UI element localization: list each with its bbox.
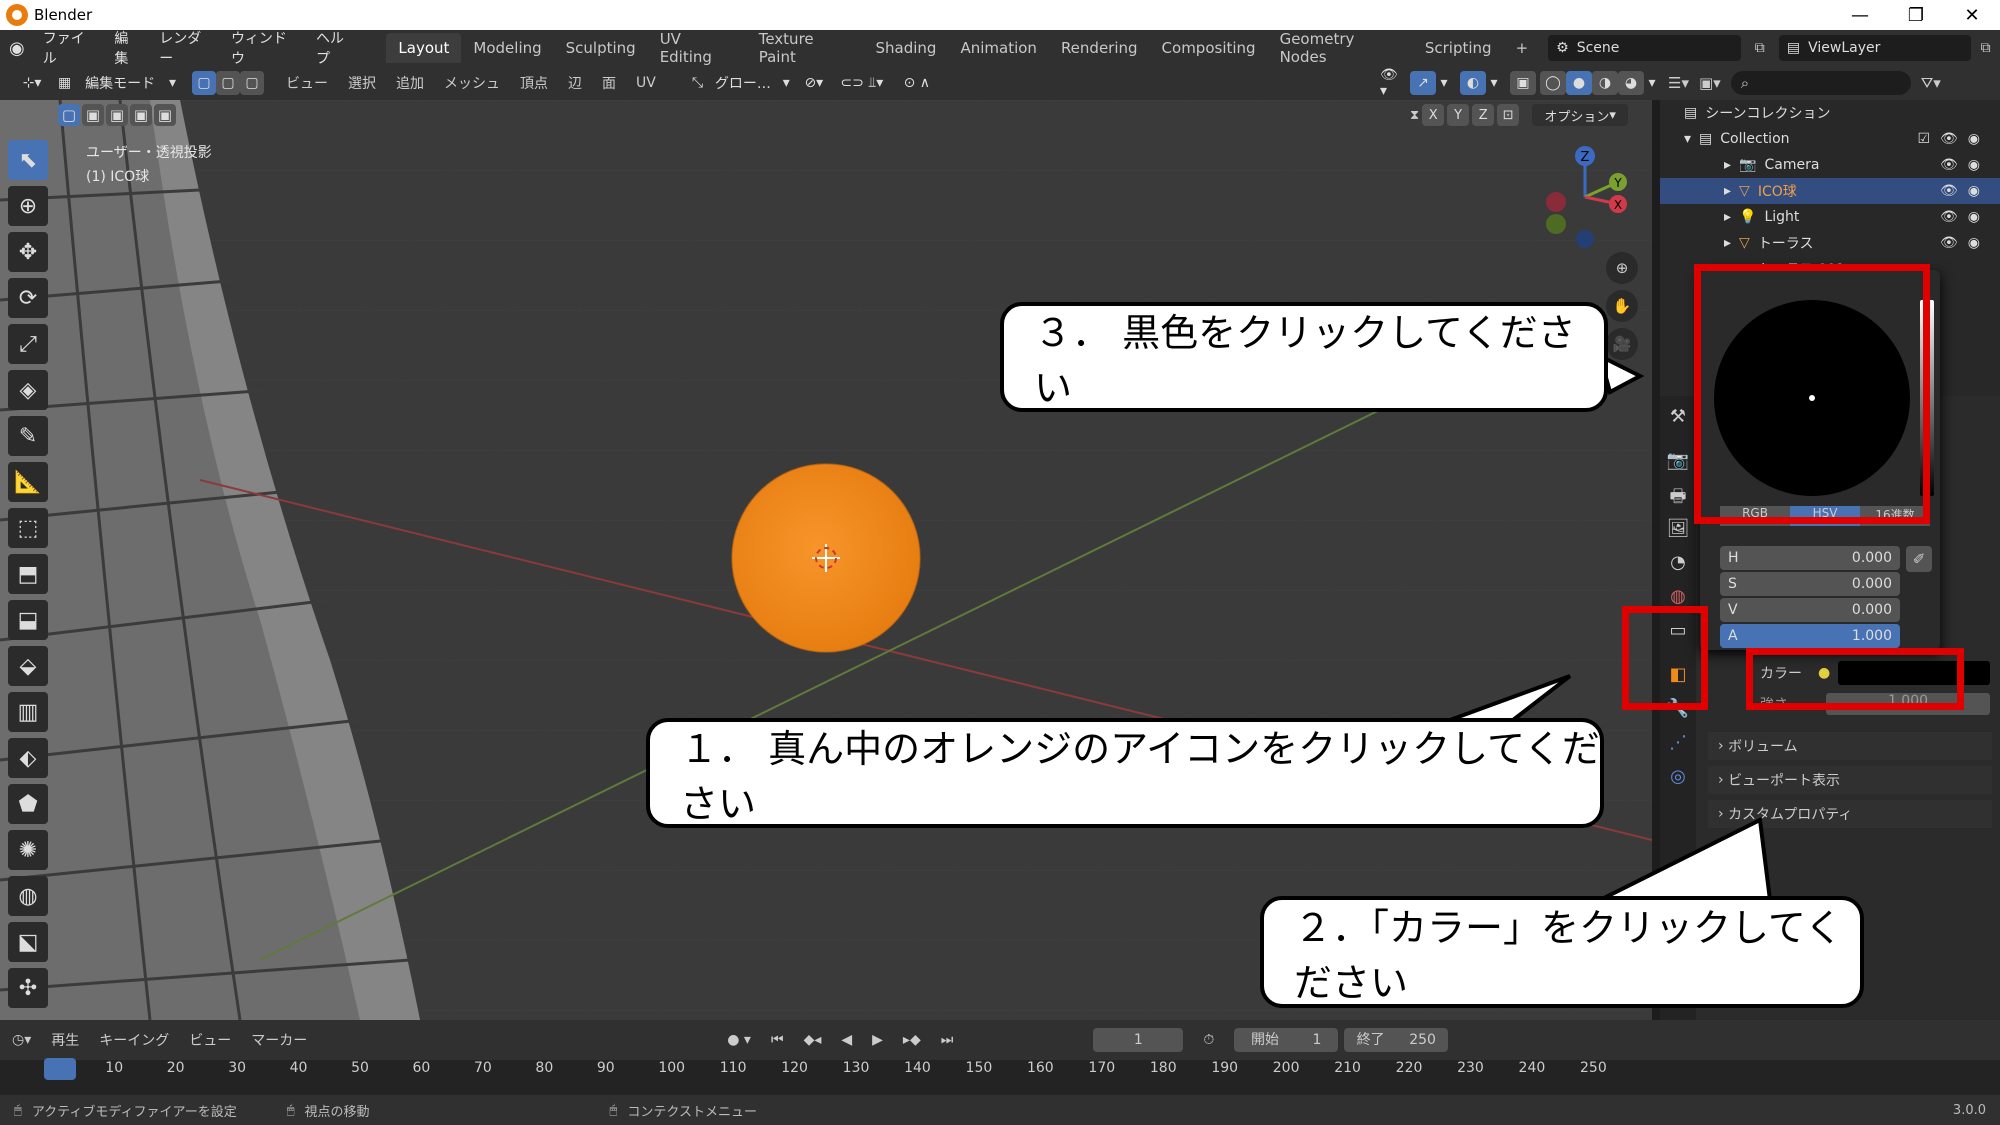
timeline-tick-label: 70 (473, 1060, 492, 1076)
timeline-tick-label: 230 (1457, 1060, 1484, 1076)
timeline-tick-label: 100 (658, 1060, 686, 1076)
mouse-left-icon: 🖱 (14, 1102, 22, 1118)
timeline-tick-label: 60 (412, 1060, 431, 1076)
timeline-tick-label: 90 (596, 1060, 615, 1076)
timeline-tick-label: 110 (719, 1060, 747, 1076)
timeline-tick-label: 10 (105, 1060, 124, 1076)
timeline-tick-label: 240 (1518, 1060, 1546, 1076)
version-label: 3.0.0 (1952, 1102, 1986, 1118)
timeline-tick-label: 210 (1334, 1060, 1361, 1076)
timeline-tick-label: 190 (1211, 1060, 1239, 1076)
timeline-tick-label: 220 (1395, 1060, 1423, 1076)
status-right: コンテクストメニュー (627, 1104, 757, 1120)
status-mid: 視点の移動 (304, 1104, 370, 1120)
timeline-tick-label: 130 (842, 1060, 870, 1076)
timeline-tick-label: 250 (1580, 1060, 1607, 1076)
timeline-tick-label: 120 (781, 1060, 808, 1076)
timeline-tick-label: 50 (351, 1060, 369, 1076)
timeline-tick-label: 150 (965, 1060, 993, 1076)
timeline-tick-label: 160 (1026, 1060, 1054, 1076)
status-left: アクティブモディファイアーを設定 (31, 1104, 237, 1120)
timeline-tick-label: 200 (1272, 1060, 1300, 1076)
timeline-tick-label: 40 (289, 1060, 308, 1076)
callout-step1: １． 真ん中のオレンジのアイコンをクリックしてください (646, 718, 1604, 828)
timeline-tick-label: 180 (1149, 1060, 1177, 1076)
playhead[interactable] (44, 1058, 76, 1080)
timeline-tick-label: 80 (535, 1060, 554, 1076)
mouse-middle-icon: 🖱 (286, 1102, 295, 1118)
timeline-tick-label: 140 (904, 1060, 931, 1076)
callout-step2: ２．「カラー」をクリックしてください (1260, 896, 1864, 1008)
status-bar: 🖱 アクティブモディファイアーを設定 🖱 視点の移動 🖱 コンテクストメニュー … (0, 1095, 2000, 1125)
callout-step3: ３． 黒色をクリックしてください (1000, 302, 1608, 412)
mouse-right-icon: 🖱 (609, 1102, 618, 1118)
timeline-tick-label: 20 (166, 1060, 185, 1076)
timeline-tick-label: 30 (228, 1060, 247, 1076)
timeline-tick-label: 170 (1088, 1060, 1116, 1076)
